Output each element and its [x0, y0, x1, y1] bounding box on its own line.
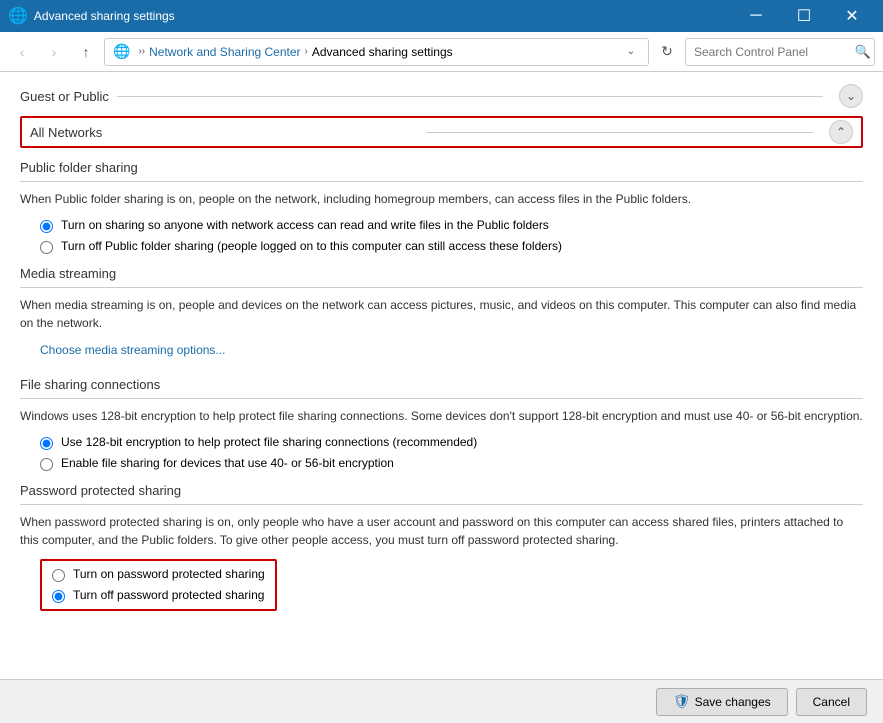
guest-public-title: Guest or Public — [20, 89, 109, 104]
password-radio-1[interactable] — [52, 569, 65, 582]
password-option-2-label: Turn off password protected sharing — [73, 588, 264, 602]
file-sharing-option-1-label: Use 128-bit encryption to help protect f… — [61, 435, 477, 449]
cancel-button[interactable]: Cancel — [796, 688, 867, 716]
password-radio-2[interactable] — [52, 590, 65, 603]
media-streaming-divider — [20, 287, 863, 288]
password-protected-section: Password protected sharing When password… — [20, 483, 863, 611]
password-radio-box: Turn on password protected sharing Turn … — [40, 559, 277, 611]
breadcrumb-current: Advanced sharing settings — [312, 45, 453, 59]
breadcrumb-network-center[interactable]: Network and Sharing Center — [149, 45, 300, 59]
public-folder-option-1[interactable]: Turn on sharing so anyone with network a… — [40, 218, 863, 233]
cancel-label: Cancel — [813, 695, 850, 709]
maximize-button[interactable]: ☐ — [781, 0, 827, 32]
breadcrumb-home-icon[interactable]: 🌐 — [113, 43, 130, 60]
content-inner: Guest or Public ⌄ All Networks ⌃ Public … — [20, 72, 863, 611]
media-streaming-desc: When media streaming is on, people and d… — [20, 296, 863, 332]
refresh-button[interactable]: ↻ — [653, 38, 681, 66]
footer: 🛡 Save changes Cancel — [0, 679, 883, 723]
public-folder-radio-1[interactable] — [40, 220, 53, 233]
guest-public-toggle[interactable]: ⌄ — [839, 84, 863, 108]
titlebar-controls: ─ ☐ ✕ — [733, 0, 875, 32]
shield-icon: 🛡 — [673, 693, 691, 710]
close-button[interactable]: ✕ — [829, 0, 875, 32]
save-changes-button[interactable]: 🛡 Save changes — [656, 688, 788, 716]
search-input[interactable] — [685, 38, 875, 66]
titlebar: 🌐 Advanced sharing settings ─ ☐ ✕ — [0, 0, 883, 32]
breadcrumb: 🌐 ›› Network and Sharing Center › Advanc… — [104, 38, 649, 66]
public-folder-title: Public folder sharing — [20, 160, 863, 175]
file-sharing-title: File sharing connections — [20, 377, 863, 392]
search-button[interactable]: 🔍 — [855, 44, 871, 60]
public-folder-option-2-label: Turn off Public folder sharing (people l… — [61, 239, 562, 253]
titlebar-title: Advanced sharing settings — [34, 9, 733, 23]
file-sharing-radio-group: Use 128-bit encryption to help protect f… — [40, 435, 863, 471]
file-sharing-divider — [20, 398, 863, 399]
file-sharing-option-1[interactable]: Use 128-bit encryption to help protect f… — [40, 435, 863, 450]
password-protected-desc: When password protected sharing is on, o… — [20, 513, 863, 549]
public-folder-section: Public folder sharing When Public folder… — [20, 160, 863, 254]
password-option-1[interactable]: Turn on password protected sharing — [52, 567, 265, 582]
password-protected-title: Password protected sharing — [20, 483, 863, 498]
public-folder-radio-2[interactable] — [40, 241, 53, 254]
back-button[interactable]: ‹ — [8, 38, 36, 66]
media-streaming-section: Media streaming When media streaming is … — [20, 266, 863, 365]
public-folder-option-1-label: Turn on sharing so anyone with network a… — [61, 218, 549, 232]
media-streaming-link[interactable]: Choose media streaming options... — [40, 343, 225, 357]
up-button[interactable]: ↑ — [72, 38, 100, 66]
content-area: Guest or Public ⌄ All Networks ⌃ Public … — [0, 72, 883, 679]
breadcrumb-separator-2: › — [305, 46, 308, 57]
guest-public-section-header[interactable]: Guest or Public ⌄ — [20, 84, 863, 108]
file-sharing-option-2-label: Enable file sharing for devices that use… — [61, 456, 394, 470]
file-sharing-desc: Windows uses 128-bit encryption to help … — [20, 407, 863, 425]
file-sharing-option-2[interactable]: Enable file sharing for devices that use… — [40, 456, 863, 471]
media-streaming-title: Media streaming — [20, 266, 863, 281]
public-folder-radio-group: Turn on sharing so anyone with network a… — [40, 218, 863, 254]
forward-button[interactable]: › — [40, 38, 68, 66]
addressbar: ‹ › ↑ 🌐 ›› Network and Sharing Center › … — [0, 32, 883, 72]
file-sharing-radio-1[interactable] — [40, 437, 53, 450]
breadcrumb-dropdown[interactable]: ⌄ — [622, 43, 640, 61]
password-option-2[interactable]: Turn off password protected sharing — [52, 588, 265, 603]
public-folder-option-2[interactable]: Turn off Public folder sharing (people l… — [40, 239, 863, 254]
all-networks-box: All Networks ⌃ — [20, 116, 863, 148]
guest-divider — [117, 96, 823, 97]
all-networks-line — [426, 132, 814, 133]
all-networks-title: All Networks — [30, 125, 418, 140]
file-sharing-radio-2[interactable] — [40, 458, 53, 471]
public-folder-desc: When Public folder sharing is on, people… — [20, 190, 863, 208]
save-changes-label: Save changes — [695, 695, 771, 709]
breadcrumb-separator-1: ›› — [138, 46, 145, 57]
password-option-1-label: Turn on password protected sharing — [73, 567, 265, 581]
search-wrapper: 🔍 — [685, 38, 875, 66]
password-protected-divider — [20, 504, 863, 505]
titlebar-icon: 🌐 — [8, 6, 28, 26]
main-container: Guest or Public ⌄ All Networks ⌃ Public … — [0, 72, 883, 679]
public-folder-divider — [20, 181, 863, 182]
all-networks-toggle[interactable]: ⌃ — [829, 120, 853, 144]
minimize-button[interactable]: ─ — [733, 0, 779, 32]
file-sharing-section: File sharing connections Windows uses 12… — [20, 377, 863, 471]
